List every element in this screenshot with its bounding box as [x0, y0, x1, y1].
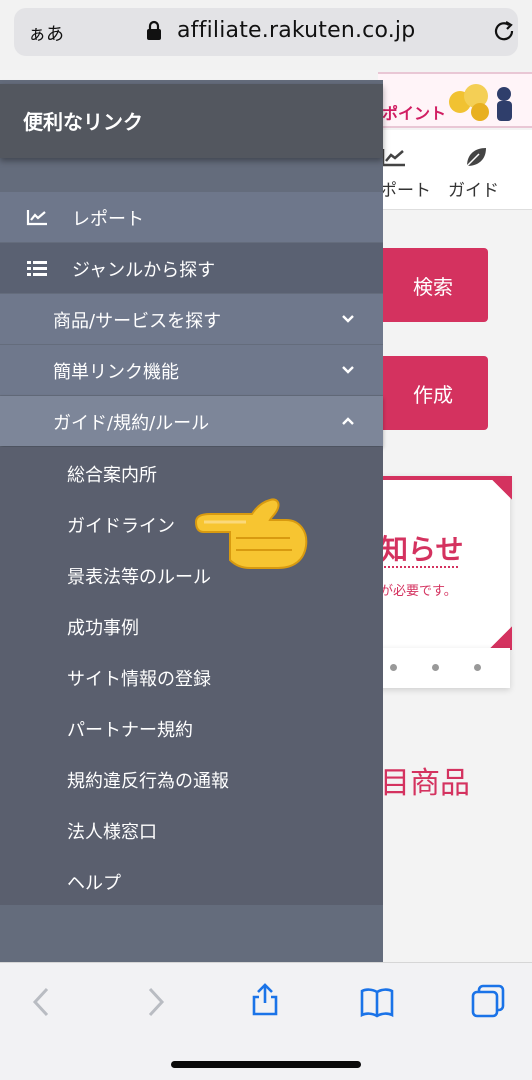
submenu-item-info-center[interactable]: 総合案内所 [67, 461, 157, 487]
browser-address-bar: ぁあ affiliate.rakuten.co.jp [0, 0, 532, 70]
carousel-dot[interactable] [474, 664, 481, 671]
tabs-icon[interactable] [471, 984, 505, 1018]
notice-corner-decoration [486, 624, 512, 650]
notice-divider [380, 566, 458, 568]
accordion-guide-rules[interactable]: ガイド/規約/ルール [0, 396, 383, 446]
chevron-down-icon [342, 315, 354, 323]
list-icon [27, 261, 47, 276]
leaf-icon [466, 148, 486, 167]
url-field[interactable]: ぁあ affiliate.rakuten.co.jp [14, 8, 518, 56]
section-heading: 目商品 [380, 766, 470, 801]
drawer-item-label: レポート [72, 209, 144, 230]
share-icon[interactable] [248, 982, 282, 1016]
submenu-item-success-cases[interactable]: 成功事例 [67, 614, 139, 640]
carousel-indicator-bar [378, 648, 510, 688]
search-button[interactable]: 検索 [378, 248, 488, 322]
submenu-item-help[interactable]: ヘルプ [67, 869, 121, 895]
notice-subtitle: が必要です。 [380, 584, 457, 599]
nav-report-label[interactable]: ポート [380, 176, 431, 201]
submenu-item-site-registration[interactable]: サイト情報の登録 [67, 665, 211, 691]
drawer-title: 便利なリンク [23, 110, 143, 134]
chevron-up-icon [342, 417, 354, 425]
drawer-item-report[interactable]: レポート [0, 192, 383, 242]
bookmarks-icon[interactable] [360, 985, 394, 1019]
banner-text: ポイント [382, 104, 447, 123]
submenu-item-violation-report[interactable]: 規約違反行為の通報 [67, 767, 229, 793]
chart-icon [381, 149, 405, 167]
accordion-label: 商品/サービスを探す [53, 311, 222, 332]
url-domain: affiliate.rakuten.co.jp [177, 18, 416, 43]
accordion-label: 簡単リンク機能 [53, 362, 179, 383]
drawer-item-label: ジャンルから探す [72, 260, 216, 281]
accordion-label: ガイド/規約/ルール [53, 413, 210, 434]
accordion-products-services[interactable]: 商品/サービスを探す [0, 294, 383, 344]
create-button[interactable]: 作成 [378, 356, 488, 430]
notice-corner-decoration [486, 476, 512, 502]
home-indicator [171, 1061, 361, 1068]
carousel-dot[interactable] [390, 664, 397, 671]
reload-icon[interactable] [492, 19, 518, 45]
accordion-easy-link[interactable]: 簡単リンク機能 [0, 345, 383, 395]
carousel-dot[interactable] [432, 664, 439, 671]
nav-guide-label[interactable]: ガイド [448, 176, 499, 201]
submenu-item-guideline[interactable]: ガイドライン [67, 512, 175, 538]
chevron-down-icon [342, 366, 354, 374]
forward-icon[interactable] [138, 985, 172, 1019]
chart-icon [26, 210, 47, 226]
pointing-hand-icon [194, 498, 308, 569]
back-icon[interactable] [25, 985, 59, 1019]
submenu-item-corporate-contact[interactable]: 法人様窓口 [67, 818, 157, 844]
notice-title: 知らせ [380, 533, 464, 566]
text-size-button[interactable]: ぁあ [28, 20, 64, 46]
lock-icon [147, 20, 161, 40]
drawer-item-genre[interactable]: ジャンルから探す [0, 243, 383, 293]
submenu-item-partner-terms[interactable]: パートナー規約 [67, 716, 193, 742]
coins-illustration-icon [449, 84, 512, 121]
